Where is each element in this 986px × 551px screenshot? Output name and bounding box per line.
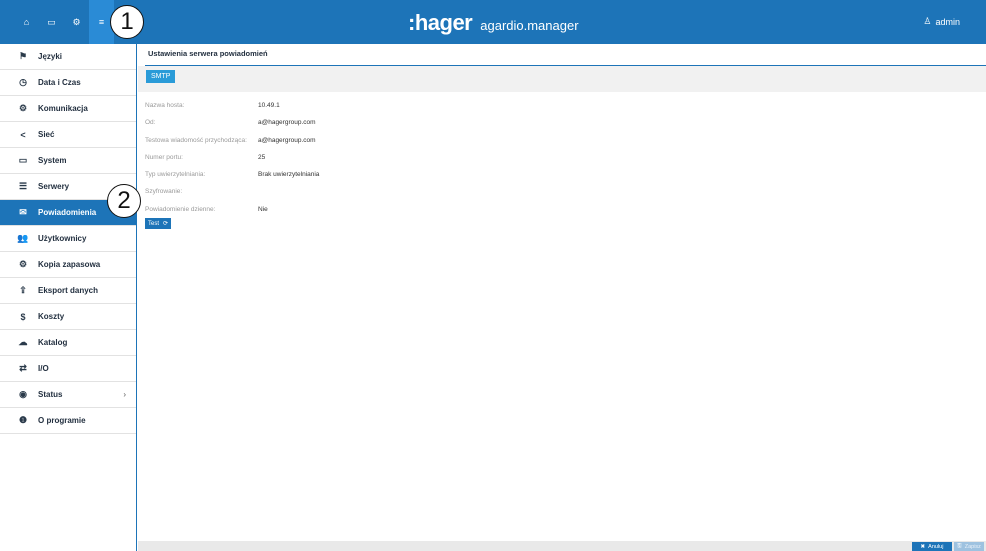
sidebar-item-jezyki[interactable]: ⚑ Języki [0,44,136,70]
sidebar-item-label: Data i Czas [38,78,81,87]
cogs-icon: ⚙ [18,259,28,269]
sidebar-item-label: Serwery [38,182,70,191]
product-name: agardio.manager [480,18,579,33]
chevron-right-icon: › [123,390,126,399]
sidebar-item-kopia-zapasowa[interactable]: ⚙ Kopia zapasowa [0,252,136,278]
server-icon: ☰ [18,181,28,191]
sidebar-item-katalog[interactable]: ☁ Katalog [0,330,136,356]
field-label: Szyfrowanie: [145,188,183,196]
save-icon: 🖫 [957,543,962,549]
sidebar-item-siec[interactable]: < Sieć [0,122,136,148]
brand: :hager agardio.manager [408,10,579,36]
bottom-action-bar: ✖ Anuluj 🖫 Zapisz [138,541,986,551]
sidebar-item-label: Status [38,390,63,399]
sidebar-item-label: Koszty [38,312,65,321]
user-name: admin [935,16,960,27]
sidebar-item-data-i-czas[interactable]: ◷ Data i Czas [0,70,136,96]
sidebar-item-io[interactable]: ⇄ I/O [0,356,136,382]
sidebar-item-label: Eksport danych [38,286,99,295]
cogs-icon[interactable]: ⚙ [64,0,89,44]
field-label: Typ uwierzytelniania: [145,171,206,179]
info-icon: ❶ [18,415,28,425]
sidebar-item-system[interactable]: ▭ System [0,148,136,174]
sidebar-item-komunikacja[interactable]: ⚙ Komunikacja [0,96,136,122]
page-title: Ustawienia serwera powiadomień [148,49,268,58]
save-button[interactable]: 🖫 Zapisz [954,542,984,551]
sidebar-item-o-programie[interactable]: ❶ O programie [0,408,136,434]
field-value: Nie [258,205,268,213]
cancel-button[interactable]: ✖ Anuluj [912,542,952,551]
tab-smtp[interactable]: SMTP [146,70,176,83]
user-icon: ♙ [923,16,932,26]
flag-icon: ⚑ [18,51,28,61]
monitor-icon[interactable]: ▭ [39,0,64,44]
eye-icon: ◉ [19,389,27,399]
sidebar-item-label: I/O [38,364,49,373]
close-icon: ✖ [920,543,926,550]
cloud-icon: ☁ [18,337,28,347]
sidebar-item-status[interactable]: ◉ Status › [0,382,136,408]
sidebar-item-label: Kopia zapasowa [38,260,101,269]
sidebar-item-label: Katalog [38,338,68,347]
dollar-icon: $ [20,311,26,322]
test-button[interactable]: Test ⟳ [145,218,171,229]
home-icon[interactable]: ⌂ [14,0,39,44]
field-label: Nazwa hosta: [145,102,185,109]
field-label: Od: [145,119,156,127]
tab-strip: SMTP [138,66,986,92]
callout-2: 2 [107,184,141,218]
sidebar-item-label: Komunikacja [38,104,88,113]
sidebar-item-label: Użytkownicy [38,234,87,243]
sidebar: ⚑ Języki ◷ Data i Czas ⚙ Komunikacja < Sieć … [0,44,137,551]
envelope-icon: ✉ [19,207,27,217]
hdd-icon: ▭ [18,155,28,165]
field-label: Testowa wiadomość przychodząca: [145,136,247,144]
callout-1: 1 [110,5,144,39]
user-menu[interactable]: ♙ admin [923,16,960,27]
sidebar-item-eksport-danych[interactable]: ⇪ Eksport danych [0,278,136,304]
top-icon-group: ⌂ ▭ ⚙ ≡ [0,0,114,44]
field-label: Numer portu: [145,153,183,161]
field-value: a@hagergroup.com [258,119,316,127]
sidebar-item-label: System [38,156,67,165]
field-value: 25 [258,153,266,161]
field-value: 10.49.1 [258,102,280,109]
refresh-icon: ⟳ [163,221,169,227]
field-label: Powiadomienie dzienne: [145,205,216,213]
users-icon: 👥 [17,233,29,243]
field-value: a@hagergroup.com [258,136,316,144]
sidebar-item-label: O programie [38,416,86,425]
share-icon: < [20,129,26,140]
exchange-icon: ⇄ [19,363,27,373]
sidebar-item-uzytkownicy[interactable]: 👥 Użytkownicy [0,226,136,252]
top-bar: ⌂ ▭ ⚙ ≡ 1 :hager agardio.manager ♙ admin [0,0,986,44]
sidebar-item-label: Sieć [38,130,55,139]
hager-logo: :hager [408,10,473,35]
field-value: Brak uwierzytelniania [258,171,320,179]
test-button-label: Test [148,220,160,227]
cancel-label: Anuluj [928,543,944,550]
cogs-icon: ⚙ [18,103,28,113]
main-content: Ustawienia serwera powiadomień SMTP Nazw… [138,44,986,551]
clock-icon: ◷ [19,77,27,87]
sidebar-item-label: Języki [38,52,63,61]
sidebar-item-koszty[interactable]: $ Koszty [0,304,136,330]
sidebar-item-label: Powiadomienia [38,208,97,217]
upload-icon: ⇪ [19,285,27,295]
save-label: Zapisz [964,543,981,550]
